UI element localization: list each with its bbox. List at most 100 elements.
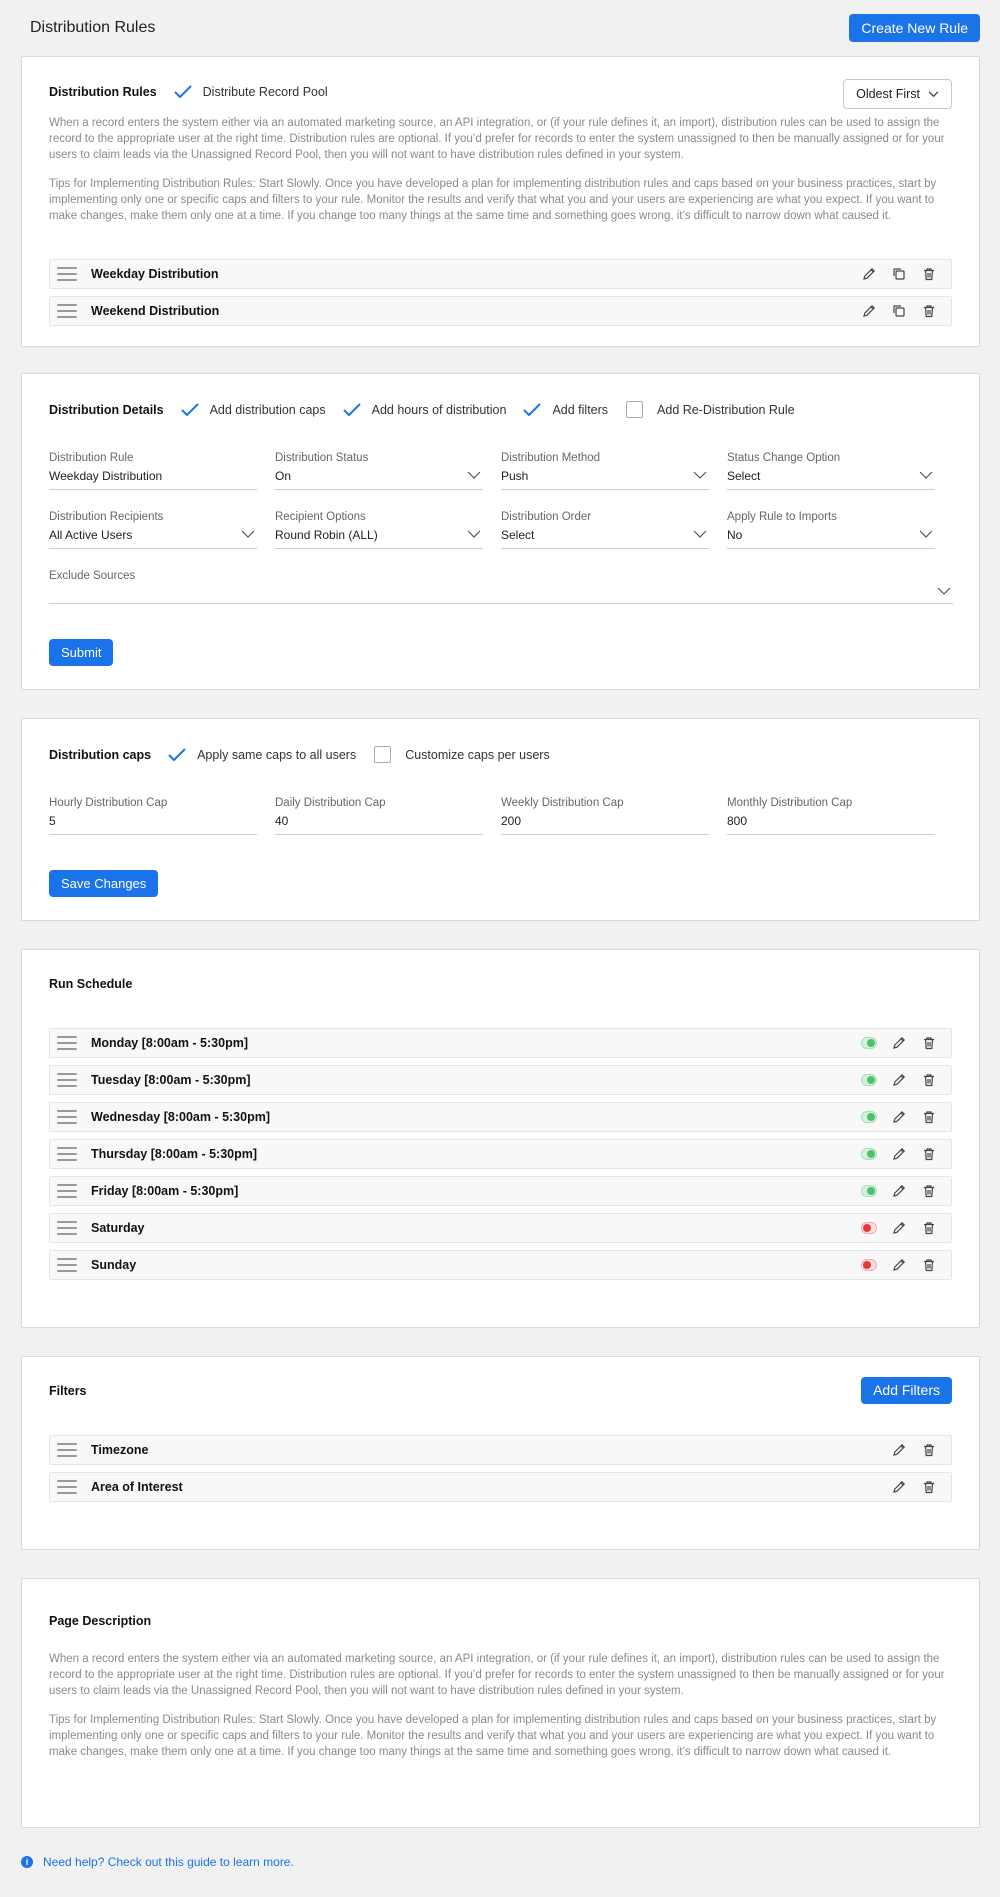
trash-icon[interactable] <box>921 1257 937 1273</box>
list-item[interactable]: Area of Interest <box>49 1472 952 1502</box>
daily-cap-field[interactable]: Daily Distribution Cap 40 <box>275 797 483 835</box>
field-label: Daily Distribution Cap <box>275 797 386 809</box>
trash-icon[interactable] <box>921 303 937 319</box>
checkbox-unchecked[interactable] <box>374 746 392 763</box>
drag-handle-icon[interactable] <box>57 1480 77 1494</box>
distribution-order-select[interactable]: Distribution Order Select <box>501 511 709 549</box>
add-filters-option[interactable]: Add filters <box>522 402 608 418</box>
distribution-recipients-select[interactable]: Distribution Recipients All Active Users <box>49 511 257 549</box>
list-item[interactable]: Wednesday [8:00am - 5:30pm] <box>49 1102 952 1132</box>
drag-handle-icon[interactable] <box>57 304 77 318</box>
schedule-list: Monday [8:00am - 5:30pm] Tuesday [8:00am … <box>49 1028 952 1288</box>
trash-icon[interactable] <box>921 1109 937 1125</box>
distribution-method-select[interactable]: Distribution Method Push <box>501 452 709 490</box>
edit-icon[interactable] <box>891 1183 907 1199</box>
toggle-off[interactable] <box>861 1257 877 1273</box>
copy-icon[interactable] <box>891 303 907 319</box>
distribute-record-pool-option[interactable]: Distribute Record Pool <box>173 84 328 100</box>
apply-rule-to-imports-select[interactable]: Apply Rule to Imports No <box>727 511 935 549</box>
edit-icon[interactable] <box>891 1109 907 1125</box>
edit-icon[interactable] <box>891 1035 907 1051</box>
distribution-rule-field[interactable]: Distribution Rule Weekday Distribution <box>49 452 257 490</box>
apply-same-caps-option[interactable]: Apply same caps to all users <box>167 747 356 763</box>
edit-icon[interactable] <box>861 266 877 282</box>
edit-icon[interactable] <box>891 1479 907 1495</box>
chevron-down-icon <box>693 471 707 479</box>
field-value: Push <box>501 469 529 483</box>
list-item[interactable]: Tuesday [8:00am - 5:30pm] <box>49 1065 952 1095</box>
field-label: Status Change Option <box>727 452 841 464</box>
edit-icon[interactable] <box>891 1072 907 1088</box>
trash-icon[interactable] <box>921 1146 937 1162</box>
drag-handle-icon[interactable] <box>57 1073 77 1087</box>
toggle-on[interactable] <box>861 1109 877 1125</box>
list-item[interactable]: Timezone <box>49 1435 952 1465</box>
distribution-status-select[interactable]: Distribution Status On <box>275 452 483 490</box>
distribution-details-card: Distribution Details Add distribution ca… <box>21 373 980 690</box>
weekly-cap-field[interactable]: Weekly Distribution Cap 200 <box>501 797 709 835</box>
list-item[interactable]: Saturday <box>49 1213 952 1243</box>
customize-caps-option[interactable]: Customize caps per users <box>374 746 550 763</box>
submit-button[interactable]: Submit <box>49 639 114 666</box>
exclude-sources-select[interactable]: Exclude Sources <box>49 570 953 604</box>
run-schedule-card: Run Schedule Monday [8:00am - 5:30pm] Tue… <box>21 949 980 1328</box>
drag-handle-icon[interactable] <box>57 1147 77 1161</box>
list-item[interactable]: Monday [8:00am - 5:30pm] <box>49 1028 952 1058</box>
check-icon <box>180 402 199 416</box>
list-item[interactable]: Thursday [8:00am - 5:30pm] <box>49 1139 952 1169</box>
copy-icon[interactable] <box>891 266 907 282</box>
list-item[interactable]: Weekend Distribution <box>49 296 952 326</box>
toggle-on[interactable] <box>861 1072 877 1088</box>
drag-handle-icon[interactable] <box>57 1036 77 1050</box>
field-label: Recipient Options <box>275 511 366 523</box>
option-label: Add Re-Distribution Rule <box>657 402 795 417</box>
help-link[interactable]: i Need help? Check out this guide to lea… <box>21 1855 294 1869</box>
drag-handle-icon[interactable] <box>57 1110 77 1124</box>
list-item[interactable]: Weekday Distribution <box>49 259 952 289</box>
trash-icon[interactable] <box>921 266 937 282</box>
drag-handle-icon[interactable] <box>57 1184 77 1198</box>
trash-icon[interactable] <box>921 1183 937 1199</box>
schedule-label: Wednesday [8:00am - 5:30pm] <box>91 1110 270 1124</box>
option-label: Add filters <box>552 402 609 417</box>
edit-icon[interactable] <box>891 1146 907 1162</box>
checkbox-unchecked[interactable] <box>626 401 644 418</box>
drag-handle-icon[interactable] <box>57 1258 77 1272</box>
hourly-cap-field[interactable]: Hourly Distribution Cap 5 <box>49 797 257 835</box>
edit-icon[interactable] <box>891 1257 907 1273</box>
page-header: Distribution Rules Create New Rule <box>0 0 1000 56</box>
list-item[interactable]: Sunday <box>49 1250 952 1280</box>
status-change-option-select[interactable]: Status Change Option Select <box>727 452 935 490</box>
sort-order-select[interactable]: Oldest First <box>843 79 952 109</box>
monthly-cap-field[interactable]: Monthly Distribution Cap 800 <box>727 797 935 835</box>
trash-icon[interactable] <box>921 1035 937 1051</box>
drag-handle-icon[interactable] <box>57 1221 77 1235</box>
help-text[interactable]: Need help? Check out this guide to learn… <box>43 1855 294 1869</box>
create-new-rule-button[interactable]: Create New Rule <box>849 14 980 42</box>
add-re-distribution-rule-option[interactable]: Add Re-Distribution Rule <box>626 401 795 418</box>
drag-handle-icon[interactable] <box>57 1443 77 1457</box>
edit-icon[interactable] <box>891 1442 907 1458</box>
field-label: Weekly Distribution Cap <box>501 797 624 809</box>
toggle-on[interactable] <box>861 1146 877 1162</box>
trash-icon[interactable] <box>921 1442 937 1458</box>
list-item[interactable]: Friday [8:00am - 5:30pm] <box>49 1176 952 1206</box>
save-changes-button[interactable]: Save Changes <box>49 870 159 897</box>
toggle-on[interactable] <box>861 1035 877 1051</box>
add-filters-button[interactable]: Add Filters <box>861 1377 952 1404</box>
add-hours-of-distribution-option[interactable]: Add hours of distribution <box>342 402 506 418</box>
trash-icon[interactable] <box>921 1072 937 1088</box>
option-label: Add distribution caps <box>209 402 326 417</box>
edit-icon[interactable] <box>861 303 877 319</box>
drag-handle-icon[interactable] <box>57 267 77 281</box>
trash-icon[interactable] <box>921 1479 937 1495</box>
toggle-off[interactable] <box>861 1220 877 1236</box>
edit-icon[interactable] <box>891 1220 907 1236</box>
recipient-options-select[interactable]: Recipient Options Round Robin (ALL) <box>275 511 483 549</box>
field-value: No <box>727 528 743 542</box>
chevron-down-icon <box>928 90 939 97</box>
add-distribution-caps-option[interactable]: Add distribution caps <box>180 402 326 418</box>
filters-list: Timezone Area of Interest <box>49 1435 952 1505</box>
trash-icon[interactable] <box>921 1220 937 1236</box>
toggle-on[interactable] <box>861 1183 877 1199</box>
